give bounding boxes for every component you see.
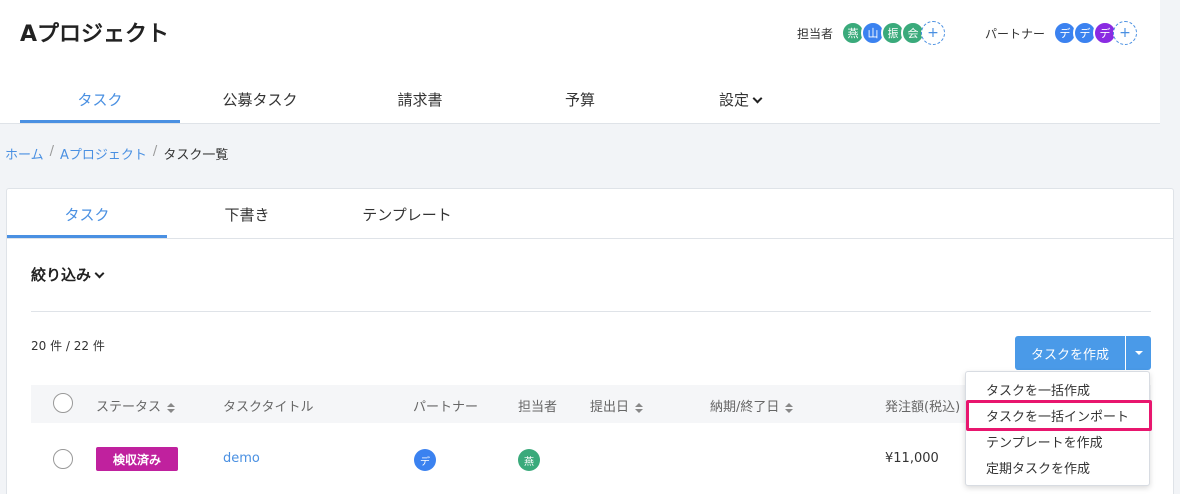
breadcrumb-home[interactable]: ホーム	[5, 144, 44, 163]
assignee-avatar: 燕	[518, 449, 540, 471]
sub-tabs: タスク 下書き テンプレート	[7, 189, 1173, 239]
highlight-box	[966, 400, 1152, 431]
column-title: タスクタイトル	[223, 400, 314, 415]
breadcrumb-separator: /	[49, 144, 55, 159]
tab-drafts[interactable]: 下書き	[167, 189, 327, 238]
column-deadline-label: 納期/終了日	[710, 400, 780, 415]
create-task-button[interactable]: タスクを作成	[1015, 336, 1125, 370]
caret-down-icon	[1134, 351, 1143, 355]
main-tab-public-tasks[interactable]: 公募タスク	[180, 76, 340, 123]
status-badge: 検収済み	[96, 447, 178, 471]
task-title-link[interactable]: demo	[223, 451, 260, 466]
settings-label: 設定	[718, 91, 749, 109]
filter-toggle[interactable]: 絞り込み	[31, 264, 105, 285]
breadcrumb-current: タスク一覧	[163, 148, 229, 163]
partner-group: パートナー デ デ デ +	[985, 21, 1138, 45]
assignee-group: 担当者 燕 山 振 会 +	[797, 21, 946, 45]
column-submit-date-label: 提出日	[590, 400, 630, 415]
row-checkbox[interactable]	[53, 449, 73, 469]
select-all-checkbox[interactable]	[53, 393, 73, 413]
menu-item-bulk-create[interactable]: タスクを一括作成	[986, 380, 1090, 399]
breadcrumb-separator: /	[152, 144, 158, 159]
column-assignee: 担当者	[518, 400, 558, 415]
partner-avatar: デ	[414, 449, 436, 471]
column-submit-date[interactable]: 提出日	[590, 396, 644, 415]
result-count: 20 件 / 22 件	[31, 339, 105, 353]
sort-icon	[167, 402, 176, 413]
main-tab-tasks[interactable]: タスク	[20, 76, 180, 123]
column-status[interactable]: ステータス	[96, 396, 176, 415]
main-nav: タスク 公募タスク 請求書 予算 設定	[20, 76, 820, 123]
tab-templates[interactable]: テンプレート	[327, 189, 487, 238]
breadcrumb-project[interactable]: Aプロジェクト	[60, 144, 147, 163]
chevron-down-icon	[94, 268, 105, 279]
partner-label: パートナー	[985, 26, 1046, 41]
divider	[31, 311, 1151, 312]
project-title: Aプロジェクト	[20, 22, 170, 47]
main-tab-settings[interactable]: 設定	[660, 76, 820, 123]
create-task-dropdown-toggle[interactable]	[1126, 336, 1151, 370]
column-deadline[interactable]: 納期/終了日	[710, 396, 794, 415]
column-status-label: ステータス	[96, 400, 162, 415]
add-partner-icon[interactable]: +	[1113, 21, 1138, 45]
main-tab-invoices[interactable]: 請求書	[340, 76, 500, 123]
assignee-label: 担当者	[797, 26, 834, 41]
top-header: Aプロジェクト 担当者 燕 山 振 会 + パートナー デ デ デ + タスク …	[0, 0, 1160, 124]
chevron-down-icon	[752, 93, 763, 104]
column-partner: パートナー	[413, 400, 479, 415]
tab-tasks[interactable]: タスク	[7, 189, 167, 238]
sort-icon	[635, 402, 644, 413]
menu-item-create-template[interactable]: テンプレートを作成	[986, 432, 1103, 451]
breadcrumb: ホーム / Aプロジェクト / タスク一覧	[5, 144, 228, 163]
menu-item-create-recurring[interactable]: 定期タスクを作成	[986, 458, 1090, 477]
add-assignee-icon[interactable]: +	[921, 21, 946, 45]
column-amount: 発注額(税込)	[885, 400, 961, 415]
order-amount: ¥11,000	[885, 451, 939, 466]
filter-label: 絞り込み	[31, 266, 92, 284]
sort-icon	[785, 402, 794, 413]
main-tab-budget[interactable]: 予算	[500, 76, 660, 123]
